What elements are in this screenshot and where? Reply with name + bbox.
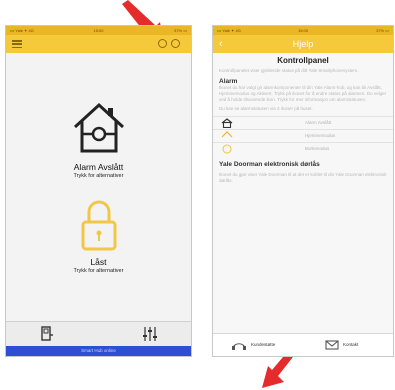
help-screen: ••• Yale ✦ 4G 15:00 37% ▭ ‹ Hjelp Kontro…	[212, 25, 394, 357]
help-content: Kontrollpanel Kontrollpanelet viser gjel…	[213, 56, 393, 184]
alarm-hint: Trykk for alternativer	[73, 173, 124, 179]
alarm-text: Ikonet du har valgt gir alarmkomponenter…	[219, 85, 387, 102]
help-bottom-bar: Kundestøtte Kontakt	[213, 333, 393, 356]
settings-icon[interactable]	[171, 39, 180, 48]
connection-status-bar: Smart Hub online	[6, 346, 191, 356]
battery-text: 37% ▭	[376, 28, 389, 33]
states-intro: Du kan se alarmstatusen via 3 ikoner på …	[219, 106, 313, 111]
lock-control[interactable]: Låst Trykk for alternativer	[6, 198, 191, 274]
contact-button[interactable]: Kontakt	[343, 334, 358, 356]
alarm-heading: Alarm	[219, 78, 238, 85]
device-icon[interactable]	[40, 326, 54, 342]
control-panel-screen: ••• Yale ✦ 4G 15:00 37% ▭ Alarm Avslått …	[5, 25, 192, 357]
section-title: Kontrollpanel	[277, 56, 329, 65]
battery-text: 37% ▭	[174, 28, 187, 33]
support-button[interactable]: Kundestøtte	[251, 334, 275, 356]
padlock-icon	[81, 200, 116, 251]
help-icon[interactable]	[158, 39, 167, 48]
top-navbar	[6, 35, 191, 53]
mail-icon[interactable]	[325, 340, 339, 350]
status-bar: ••• Yale ✦ 4G 15:00 37% ▭	[213, 26, 393, 35]
alarm-control[interactable]: Alarm Avslått Trykk for alternativer	[6, 101, 191, 179]
alarm-status: Alarm Avslått	[73, 162, 124, 172]
status-bar: ••• Yale ✦ 4G 15:00 37% ▭	[6, 26, 191, 35]
state-label: Alarm Avslått	[305, 120, 332, 125]
page-title: Hjelp	[292, 39, 314, 49]
menu-icon[interactable]	[12, 40, 22, 49]
clock-text: 15:00	[93, 28, 104, 33]
intro-text: Kontrollpanelet viser gjeldende status p…	[219, 68, 359, 73]
doorman-heading: Yale Doorman elektronisk dørlås	[219, 161, 320, 168]
lock-status: Låst	[90, 257, 107, 267]
state-label: Bortemodus	[305, 146, 330, 151]
doorman-text: Ikonet du gjør viser Yale Doorman til at…	[219, 172, 387, 183]
state-label: Hjemmemodus	[305, 133, 336, 138]
house-lock-icon	[73, 102, 124, 153]
house-away-icon	[222, 144, 232, 154]
settings-sliders-icon[interactable]	[142, 326, 158, 342]
clock-text: 15:00	[297, 28, 308, 33]
support-icon[interactable]	[231, 339, 247, 351]
state-row-home: Hjemmemodus	[213, 129, 393, 142]
bottom-toolbar	[6, 321, 191, 346]
house-home-icon	[221, 131, 233, 138]
state-row-away: Bortemodus	[213, 142, 393, 155]
house-armed-icon	[221, 118, 233, 128]
state-row-disarmed: Alarm Avslått	[213, 116, 393, 129]
top-navbar: ‹ Hjelp	[213, 35, 393, 53]
lock-hint: Trykk for alternativer	[73, 268, 124, 274]
